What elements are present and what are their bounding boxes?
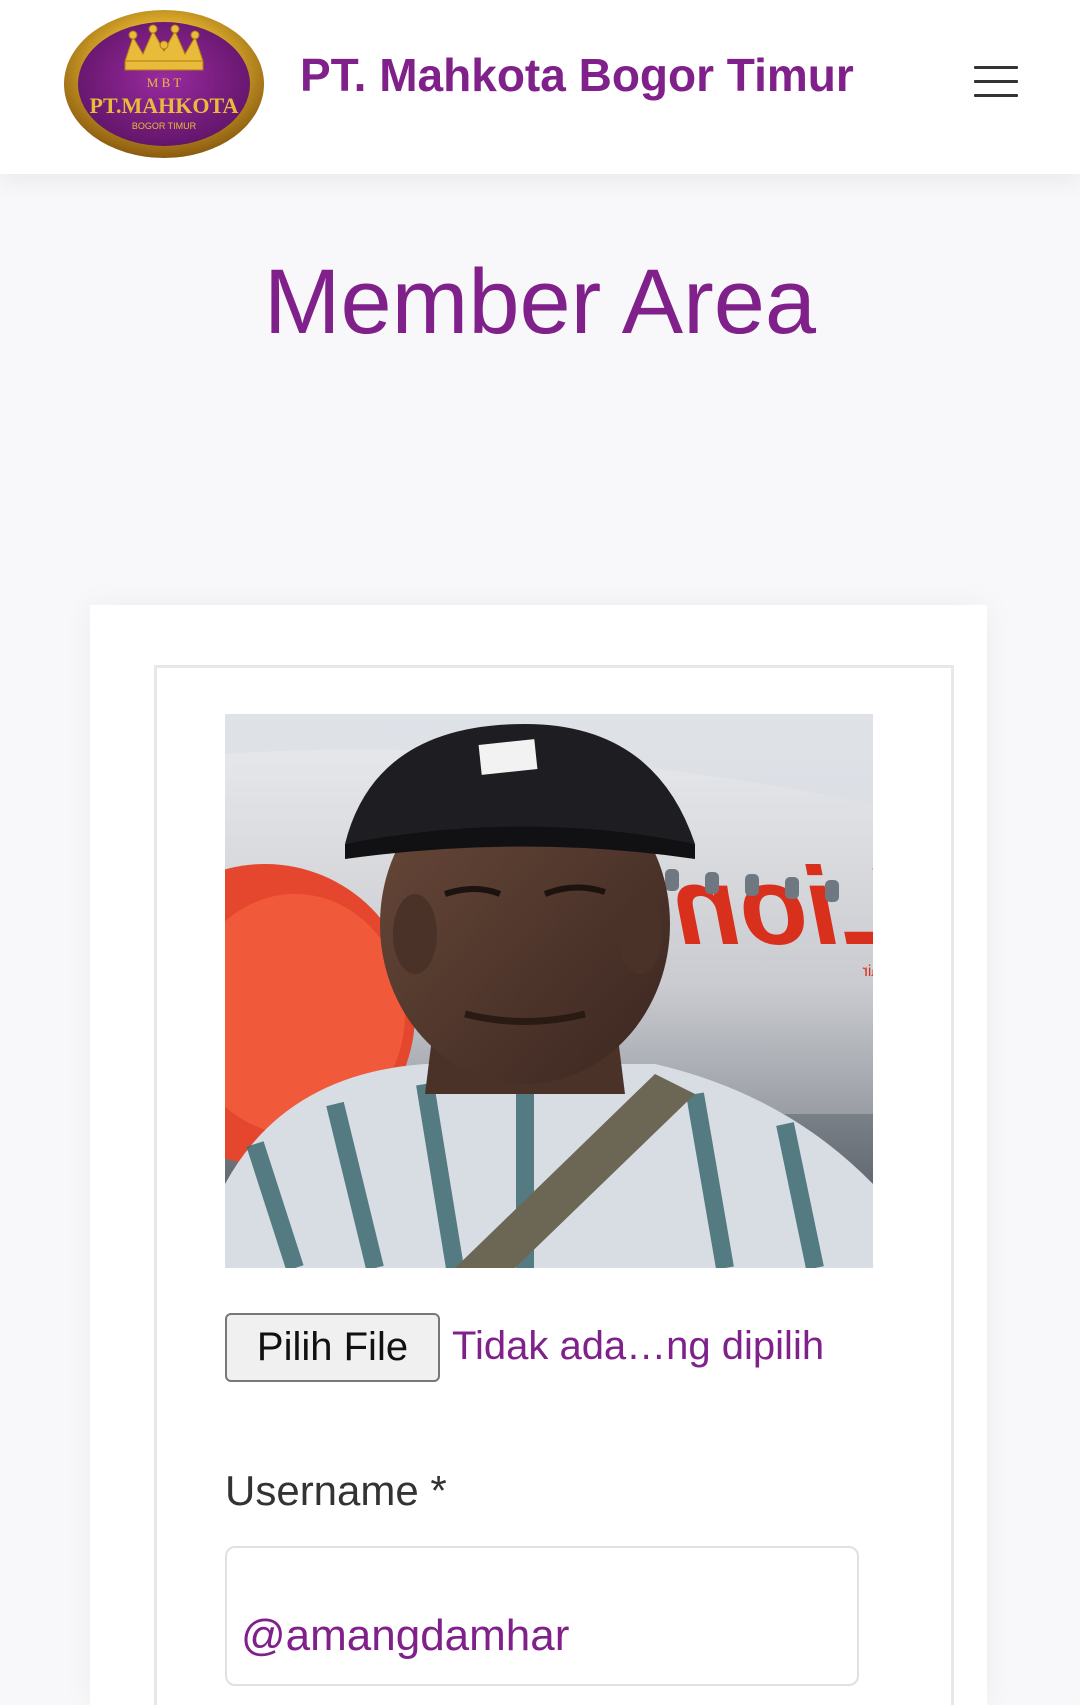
site-title[interactable]: PT. Mahkota Bogor Timur <box>300 48 854 102</box>
username-field[interactable] <box>225 1546 859 1686</box>
svg-text:Lion: Lion <box>673 845 873 968</box>
profile-photo: Lion Lion air <box>225 714 873 1268</box>
svg-text:Lion air: Lion air <box>862 963 873 980</box>
file-status-text: Tidak ada…ng dipilih <box>452 1324 825 1368</box>
svg-text:PT.MAHKOTA: PT.MAHKOTA <box>90 93 239 118</box>
svg-text:M B T: M B T <box>147 75 181 90</box>
company-logo[interactable]: M B T PT.MAHKOTA BOGOR TIMUR <box>63 9 265 159</box>
hamburger-menu-icon[interactable] <box>968 60 1020 104</box>
username-label: Username * <box>225 1467 447 1514</box>
choose-file-button[interactable]: Pilih File <box>225 1313 440 1382</box>
svg-text:BOGOR TIMUR: BOGOR TIMUR <box>132 121 197 131</box>
page-title: Member Area <box>263 251 817 353</box>
site-header: M B T PT.MAHKOTA BOGOR TIMUR PT. Mahkota… <box>0 0 1080 174</box>
